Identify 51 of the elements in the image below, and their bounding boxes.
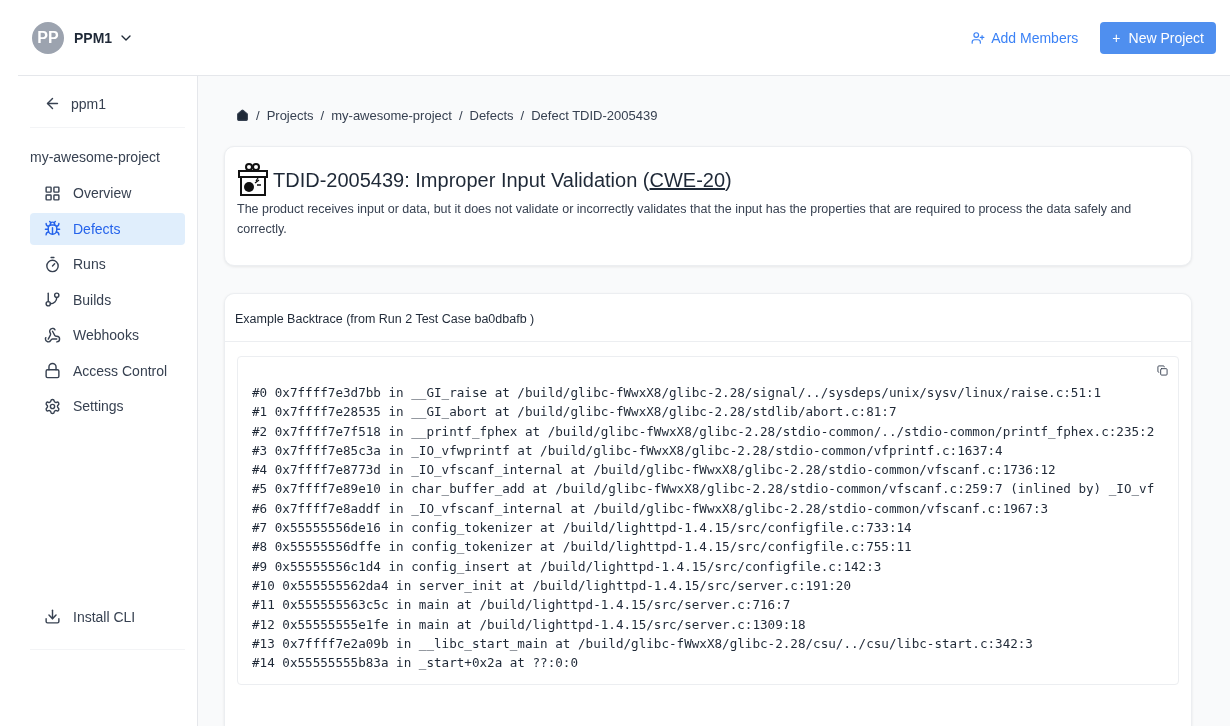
breadcrumb-link[interactable]: my-awesome-project — [331, 107, 452, 123]
backtrace-line: #13 0x7ffff7e2a09b in __libc_start_main at /build/glibc-fWwxX8/glibc-2.28/csu/../csu/libc-start.c:342:3 — [252, 634, 1034, 653]
breadcrumb-separator: / — [320, 107, 325, 123]
gift-bomb-icon — [237, 163, 269, 197]
project-name: my-awesome-project — [30, 148, 161, 167]
download-icon — [44, 608, 61, 625]
breadcrumb-link[interactable]: Defects — [469, 107, 514, 123]
backtrace-line: #4 0x7ffff7e8773d in _IO_vfscanf_internal at /build/glibc-fWwxX8/glibc-2.28/stdio-common/vfscanf.c:1736:12 — [252, 461, 1057, 480]
org-switcher[interactable]: PPM1 — [74, 29, 135, 46]
copy-button[interactable] — [1155, 363, 1170, 378]
webhook-icon — [44, 326, 61, 344]
backtrace-line: #8 0x55555556dffe in config_tokenizer at /build/lighttpd-1.4.15/src/configfile.c:755:11 — [252, 538, 913, 557]
grid-icon — [44, 184, 61, 202]
backtrace-line: #6 0x7ffff7e8addf in _IO_vfscanf_internal at /build/glibc-fWwxX8/glibc-2.28/stdio-common/vfscanf.c:1967:3 — [252, 499, 1050, 518]
breadcrumb-link[interactable]: Defect TDID-2005439 — [531, 107, 658, 123]
timer-icon — [44, 255, 61, 273]
backtrace-line: #14 0x55555555b83a in _start+0x2a at ??:0:0 — [252, 654, 580, 673]
nav-item[interactable]: Access Control — [30, 354, 185, 387]
arrow-left-icon — [44, 95, 61, 112]
defect-title: TDID-2005439: Improper Input Validation (CWE-20) — [273, 168, 732, 192]
breadcrumb-link[interactable]: Projects — [266, 107, 314, 123]
install-cli-link[interactable]: Install CLI — [30, 600, 150, 633]
backtrace-line: #9 0x55555556c1d4 in config_insert at /build/lighttpd-1.4.15/src/configfile.c:142:3 — [252, 557, 883, 576]
nav-item[interactable]: Overview — [30, 177, 185, 209]
backtrace-line: #3 0x7ffff7e85c3a in _IO_vfwprintf at /build/glibc-fWwxX8/glibc-2.28/stdio-common/vfprintf.c:1637:4 — [252, 441, 1004, 460]
user-plus-icon — [971, 30, 986, 45]
breadcrumb-separator: / — [458, 107, 463, 123]
nav-item[interactable]: Webhooks — [30, 319, 185, 351]
backtrace-title: Example Backtrace (from Run 2 Test Case ba0dbafb ) — [225, 294, 1191, 342]
backtrace-line: #11 0x555555563c5c in main at /build/lighttpd-1.4.15/src/server.c:716:7 — [252, 596, 792, 615]
backtrace-line: #0 0x7ffff7e3d7bb in __GI_raise at /build/glibc-fWwxX8/glibc-2.28/signal/../sysdeps/unix/sysv/linux/raise.c:51:1 — [252, 384, 1103, 402]
backtrace-line: #5 0x7ffff7e89e10 in char_buffer_add at /build/glibc-fWwxX8/glibc-2.28/stdio-common/vfscanf.c:259:7 (inlined by) _IO_vf — [252, 480, 1156, 499]
nav-item[interactable]: Settings — [30, 390, 185, 422]
backtrace-line: #1 0x7ffff7e28535 in __GI_abort at /build/glibc-fWwxX8/glibc-2.28/stdlib/abort.c:81:7 — [252, 403, 898, 422]
nav-item[interactable]: Runs — [30, 248, 185, 280]
add-members-button[interactable]: Add Members — [967, 25, 1083, 50]
lock-icon — [44, 362, 61, 379]
defect-description: The product receives input or data, but it does not validate or incorrectly validates that the input has the properties that are required to process the data safely and correctly. — [237, 201, 1133, 238]
nav-item[interactable]: Defects — [30, 212, 185, 245]
settings-icon — [44, 397, 61, 415]
breadcrumb-separator: / — [520, 107, 525, 123]
home-icon[interactable] — [236, 108, 249, 122]
backtrace-line: #12 0x55555555e1fe in main at /build/lighttpd-1.4.15/src/server.c:1309:18 — [252, 615, 807, 634]
backtrace-line: #7 0x55555556de16 in config_tokenizer at /build/lighttpd-1.4.15/src/configfile.c:733:14 — [252, 519, 913, 538]
backtrace-line: #10 0x555555562da4 in server_init at /build/lighttpd-1.4.15/src/server.c:191:20 — [252, 576, 852, 595]
bug-icon — [44, 220, 61, 237]
nav-item[interactable]: Builds — [30, 283, 185, 316]
backtrace-line: #2 0x7ffff7e7f518 in __printf_fphex at /build/glibc-fWwxX8/glibc-2.28/stdio-common/../stdio-common/printf_fphex.c:235:2 — [252, 422, 1156, 441]
branch-icon — [44, 291, 61, 308]
back-link[interactable]: ppm1 — [30, 76, 185, 128]
breadcrumb-separator: / — [256, 107, 260, 123]
